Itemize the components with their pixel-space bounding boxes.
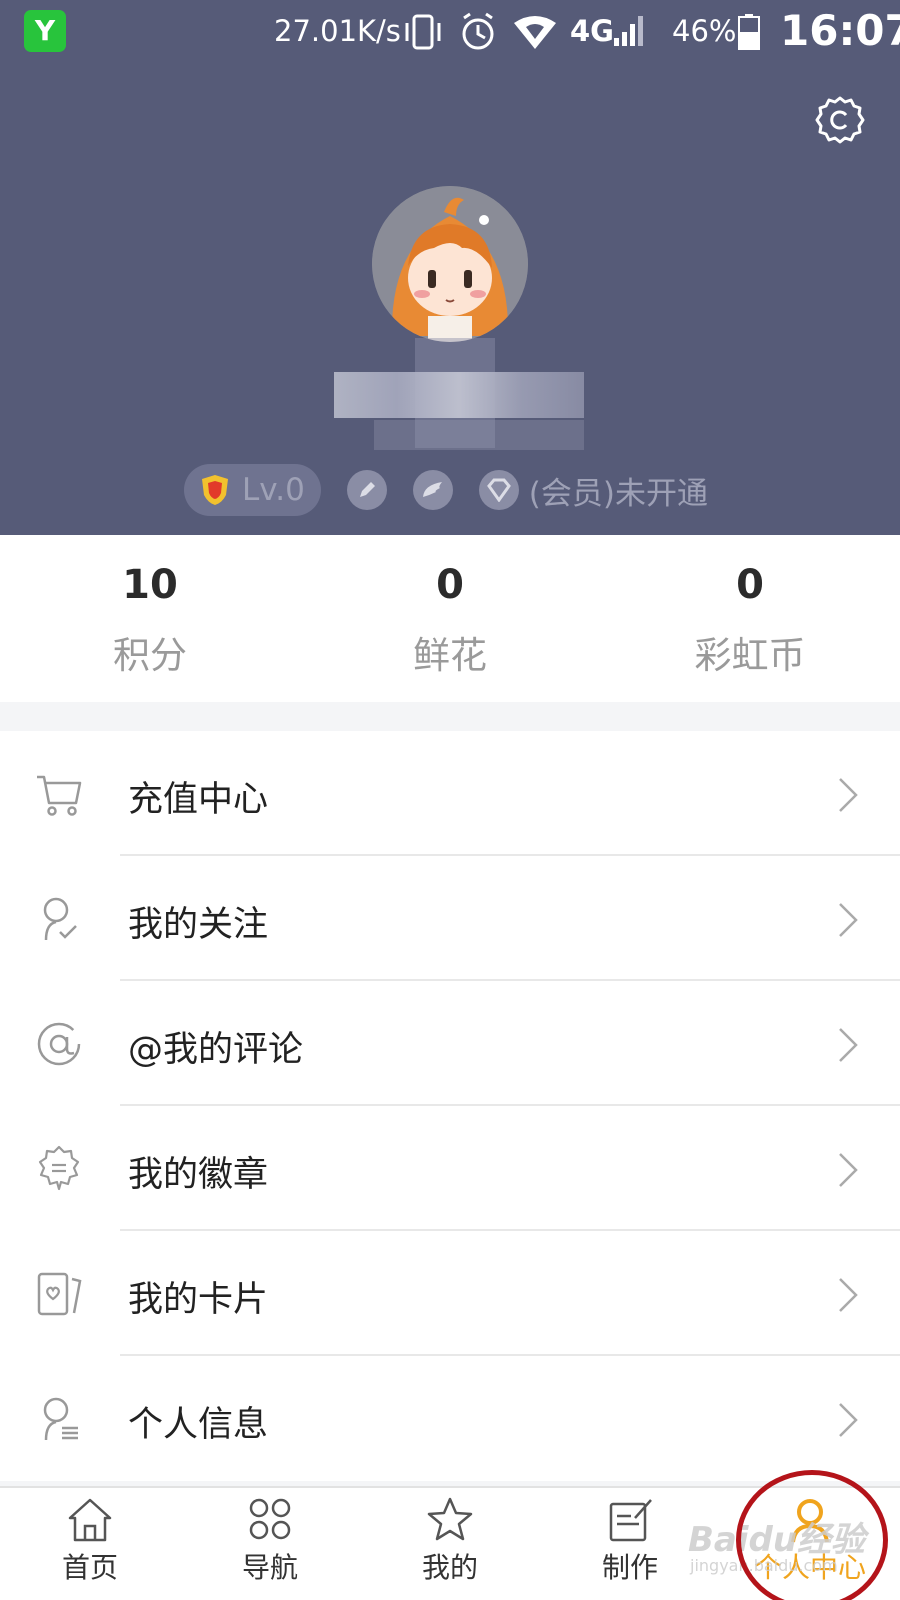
- profile-badges: Lv.0 (会员)未开通: [184, 464, 708, 516]
- stat-label: 积分: [113, 634, 187, 677]
- diamond-badge: [478, 470, 519, 510]
- nav-label: 我的: [421, 1551, 478, 1584]
- menu-item-profile-info[interactable]: 个人信息: [0, 1356, 900, 1481]
- level-shield-icon: [202, 475, 228, 505]
- chevron-right-icon: [839, 1153, 858, 1187]
- menu-item-following[interactable]: 我的关注: [0, 856, 900, 981]
- home-icon: [68, 1498, 112, 1542]
- nav-navigation[interactable]: 导航: [180, 1488, 360, 1600]
- user-avatar[interactable]: [372, 186, 528, 342]
- username-blurred: [334, 372, 584, 418]
- pencil-icon: [359, 482, 375, 497]
- star-icon: [427, 1497, 473, 1541]
- pencil-badge[interactable]: [346, 470, 387, 510]
- stat-value: 10: [122, 562, 178, 608]
- battery-icon: [738, 14, 760, 50]
- chevron-right-icon: [839, 903, 858, 937]
- chevron-right-icon: [839, 1403, 858, 1437]
- menu-label: 充值中心: [128, 780, 269, 820]
- stat-label: 鲜花: [413, 634, 487, 677]
- badge-icon: [38, 1145, 80, 1191]
- settings-gear-icon[interactable]: [815, 95, 865, 145]
- status-icons: [402, 12, 558, 52]
- profile-info-icon: [43, 1397, 78, 1441]
- username-blur-lower: [374, 420, 584, 450]
- signal-icon: [614, 16, 643, 46]
- menu-label: 我的徽章: [128, 1155, 269, 1195]
- grid-icon: [249, 1498, 291, 1540]
- at-icon: [37, 1022, 81, 1066]
- stat-value: 0: [736, 562, 764, 608]
- clock: 16:07: [780, 6, 900, 55]
- chevron-right-icon: [839, 1278, 858, 1312]
- edit-icon: [609, 1499, 652, 1542]
- card-icon: [37, 1272, 82, 1316]
- nav-home[interactable]: 首页: [0, 1488, 180, 1600]
- avatar-illustration: [372, 186, 528, 342]
- stat-points[interactable]: 10 积分: [0, 535, 300, 702]
- wifi-icon: [514, 16, 556, 49]
- nav-mine[interactable]: 我的: [360, 1488, 540, 1600]
- menu-label: @我的评论: [128, 1030, 304, 1070]
- level-badge[interactable]: Lv.0: [184, 464, 321, 516]
- menu-item-cards[interactable]: 我的卡片: [0, 1231, 900, 1356]
- cart-icon: [37, 775, 82, 816]
- menu-item-recharge[interactable]: 充值中心: [0, 731, 900, 856]
- chevron-right-icon: [839, 778, 858, 812]
- menu-label: 个人信息: [128, 1405, 269, 1445]
- membership-status[interactable]: (会员)未开通: [478, 468, 708, 513]
- wing-icon: [422, 482, 442, 497]
- alarm-icon: [462, 12, 494, 50]
- app-notification-icon: Y: [24, 10, 66, 52]
- stats-bar: 10 积分 0 鲜花 0 彩虹币: [0, 535, 900, 702]
- follow-icon: [43, 897, 77, 941]
- stat-value: 0: [436, 562, 464, 608]
- status-bar: Y 27.01K/s 4G 46% 16:07: [0, 0, 900, 62]
- menu-item-badges[interactable]: 我的徽章: [0, 1106, 900, 1231]
- stat-label: 彩虹币: [694, 634, 806, 677]
- menu-label: 我的关注: [128, 905, 269, 945]
- nav-label: 首页: [61, 1551, 118, 1584]
- membership-label: (会员)未开通: [528, 475, 708, 512]
- chevron-right-icon: [839, 1028, 858, 1062]
- profile-header: Y 27.01K/s 4G 46% 16:07 Lv.0 (会员)未开通: [0, 0, 900, 535]
- menu-item-comments[interactable]: @我的评论: [0, 981, 900, 1106]
- diamond-icon: [486, 478, 511, 502]
- stat-flowers[interactable]: 0 鲜花: [300, 535, 600, 702]
- vibrate-icon: [405, 14, 441, 50]
- settings-menu: 充值中心 我的关注 @我的评论 我的徽章 我的卡片 个人信息: [0, 731, 900, 1481]
- annotation-circle: [736, 1470, 888, 1600]
- nav-label: 导航: [241, 1551, 298, 1584]
- stat-rainbow-coins[interactable]: 0 彩虹币: [600, 535, 900, 702]
- battery-percent: 46%: [672, 14, 737, 48]
- menu-label: 我的卡片: [128, 1280, 269, 1320]
- wing-badge[interactable]: [412, 470, 453, 510]
- network-type: 4G: [570, 14, 614, 48]
- network-speed: 27.01K/s: [274, 14, 401, 48]
- level-label: Lv.0: [242, 472, 305, 508]
